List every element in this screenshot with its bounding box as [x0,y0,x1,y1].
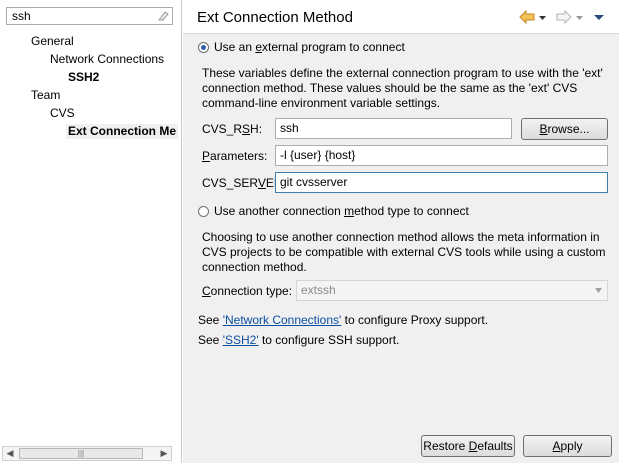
connection-type-value: extssh [301,283,336,297]
cvs-rsh-field[interactable]: ssh [275,118,512,139]
other-method-radio[interactable] [198,206,209,217]
cvs-server-field[interactable]: git cvsserver [275,172,608,193]
tree-item-cvs[interactable]: CVS [50,106,75,121]
ssh2-link[interactable]: 'SSH2' [223,333,259,347]
cvs-server-label: CVS_SERVER: [202,176,286,190]
connection-type-select[interactable]: extssh [296,280,608,301]
network-connections-link[interactable]: 'Network Connections' [223,313,342,327]
page-title: Ext Connection Method [197,9,353,26]
connection-type-label: Connection type: [202,284,293,298]
forward-dropdown-icon[interactable] [575,10,584,24]
apply-button[interactable]: Apply [523,435,612,457]
restore-defaults-button[interactable]: Restore Defaults [421,435,515,457]
tree-item-team[interactable]: Team [31,88,60,103]
scrollbar-thumb[interactable]: ||| [19,448,143,459]
other-method-radio-label[interactable]: Use another connection method type to co… [214,204,469,219]
preference-tree-pane: ssh General Network Connections SSH2 Tea… [0,0,182,463]
view-menu-icon[interactable] [593,10,605,24]
external-description: These variables define the external conn… [202,66,603,110]
tree-item-ext-connection-method[interactable]: Ext Connection Me [66,124,178,139]
external-program-radio[interactable] [198,42,209,53]
parameters-field[interactable]: -l {user} {host} [275,145,608,166]
filter-input-text: ssh [12,9,31,23]
dropdown-chevron-icon[interactable] [594,287,603,294]
tree-item-network-connections[interactable]: Network Connections [50,52,164,67]
proxy-support-line: See 'Network Connections' to configure P… [198,313,489,327]
scroll-right-icon[interactable]: ▶ [157,447,171,460]
filter-input[interactable]: ssh [6,7,173,25]
back-arrow-icon[interactable] [519,10,535,24]
cvs-rsh-label: CVS_RSH: [202,122,263,136]
tree-item-general[interactable]: General [31,34,74,49]
scroll-left-icon[interactable]: ◀ [3,447,17,460]
forward-arrow-icon[interactable] [556,10,572,24]
other-description: Choosing to use another connection metho… [202,230,606,274]
horizontal-scrollbar[interactable]: ◀ ||| ▶ [2,446,172,461]
ssh-support-line: See 'SSH2' to configure SSH support. [198,333,400,347]
external-program-radio-label[interactable]: Use an external program to connect [214,40,405,55]
clear-filter-icon[interactable] [157,10,169,22]
tree-item-ssh2[interactable]: SSH2 [68,70,99,85]
back-dropdown-icon[interactable] [538,10,547,24]
parameters-label: Parameters: [202,149,268,163]
preference-page: Ext Connection Method Use an external pr… [183,0,619,463]
browse-button[interactable]: Browse... [521,118,608,140]
page-header: Ext Connection Method [183,0,619,34]
